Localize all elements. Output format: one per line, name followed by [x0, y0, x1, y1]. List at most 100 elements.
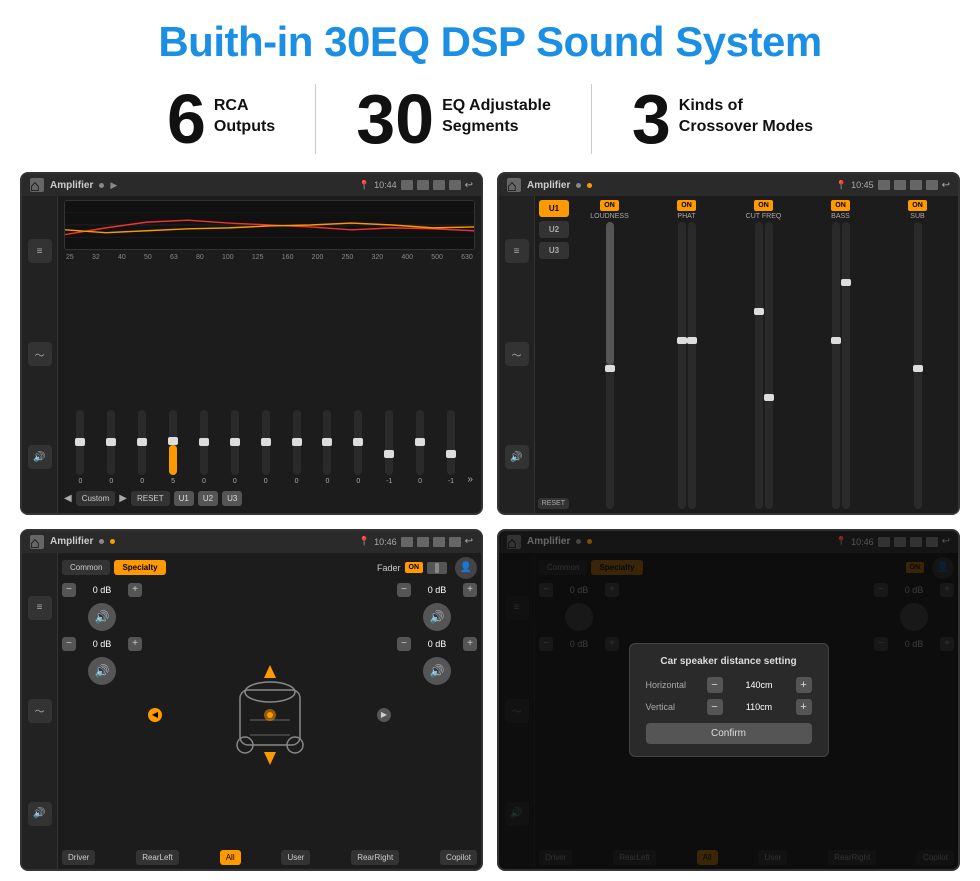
distance-dialog: Car speaker distance setting Horizontal … [629, 643, 829, 757]
eq-val-11: 0 [418, 478, 422, 485]
phat-on: ON [677, 200, 696, 211]
specialty-tab-3[interactable]: Specialty [114, 560, 165, 575]
horizontal-minus[interactable]: − [707, 677, 723, 693]
fader-plus-rr[interactable]: + [463, 637, 477, 651]
preset-u1[interactable]: U1 [539, 200, 569, 217]
home-icon-1[interactable]: ⌂ [30, 178, 44, 192]
eq-track-3[interactable] [169, 410, 177, 475]
dialog-row-horizontal: Horizontal − 140cm + [646, 677, 812, 693]
back-icon-3[interactable]: ↩ [465, 536, 473, 547]
copilot-btn[interactable]: Copilot [440, 850, 477, 865]
fader-val-fl: 0 dB [79, 585, 125, 595]
reset-btn-1[interactable]: RESET [131, 491, 170, 506]
fader-top-bar: Common Specialty Fader ON 👤 [62, 557, 477, 579]
vertical-minus[interactable]: − [707, 699, 723, 715]
user-btn[interactable]: User [281, 850, 310, 865]
eq-val-5: 0 [233, 478, 237, 485]
u1-btn-1[interactable]: U1 [174, 491, 194, 506]
next-icon[interactable]: ▶ [119, 493, 127, 504]
fader-label: Fader [377, 563, 401, 573]
fader-db-rr: − 0 dB + [397, 637, 477, 651]
amp-speaker-btn[interactable]: 🔊 [505, 445, 529, 469]
custom-btn[interactable]: Custom [76, 491, 116, 506]
fader-user-icon[interactable]: 👤 [455, 557, 477, 579]
home-icon-2[interactable]: ⌂ [507, 178, 521, 192]
status-left-3: ⌂ Amplifier [30, 535, 115, 549]
eq-track-1[interactable] [107, 410, 115, 475]
bass-slider2[interactable] [842, 222, 850, 509]
back-icon-2[interactable]: ↩ [942, 180, 950, 191]
loudness-label: LOUDNESS [590, 213, 629, 220]
bass-slider[interactable] [832, 222, 840, 509]
eq-thumb-4 [199, 438, 209, 446]
horizontal-plus[interactable]: + [796, 677, 812, 693]
eq-track-2[interactable] [138, 410, 146, 475]
prev-icon[interactable]: ◀ [64, 493, 72, 504]
eq-thumb-8 [322, 438, 332, 446]
u3-btn-1[interactable]: U3 [222, 491, 242, 506]
amp-tuner-btn[interactable]: ≡ [505, 239, 529, 263]
fader-minus-rl[interactable]: − [62, 637, 76, 651]
cutfreq-thumb [754, 308, 764, 315]
amp-wave-btn[interactable]: 〜 [505, 342, 529, 366]
fader-arrow-right[interactable]: ▶ [377, 708, 391, 722]
eq-track-5[interactable] [231, 410, 239, 475]
screen-amp: ⌂ Amplifier 📍 10:45 ↩ [497, 172, 960, 515]
eq-track-9[interactable] [354, 410, 362, 475]
sub-slider[interactable] [914, 222, 922, 509]
fader-plus-fl[interactable]: + [128, 583, 142, 597]
eq-track-6[interactable] [262, 410, 270, 475]
phat-slider[interactable] [678, 222, 686, 509]
driver-btn[interactable]: Driver [62, 850, 95, 865]
eq-wave-btn[interactable]: 〜 [28, 342, 52, 366]
wave-icon-2: 〜 [512, 347, 522, 362]
cutfreq-slider[interactable] [755, 222, 763, 509]
eq-arrow-right[interactable]: » [467, 474, 473, 485]
fader-arrow-left[interactable]: ◀ [148, 708, 162, 722]
amp-presets: U1 U2 U3 RESET [539, 200, 569, 509]
fader-wave-btn[interactable]: 〜 [28, 699, 52, 723]
eq-track-8[interactable] [323, 410, 331, 475]
eq-track-0[interactable] [76, 410, 84, 475]
fader-minus-fl[interactable]: − [62, 583, 76, 597]
fader-plus-rl[interactable]: + [128, 637, 142, 651]
freq-40: 40 [118, 254, 126, 261]
feature-line1-eq: EQ Adjustable [442, 96, 551, 117]
u2-btn-1[interactable]: U2 [198, 491, 218, 506]
eq-track-12[interactable] [447, 410, 455, 475]
speaker-fr: 🔊 [423, 603, 451, 631]
loudness-slider[interactable] [606, 222, 614, 509]
reset-btn-2[interactable]: RESET [538, 498, 569, 509]
vertical-plus[interactable]: + [796, 699, 812, 715]
eq-val-6: 0 [264, 478, 268, 485]
phat-thumb2 [687, 337, 697, 344]
rearright-btn[interactable]: RearRight [351, 850, 399, 865]
screen-content-1: ≡ 〜 🔊 [22, 196, 481, 513]
confirm-button[interactable]: Confirm [646, 723, 812, 744]
cutfreq-slider2[interactable] [765, 222, 773, 509]
eq-val-4: 0 [202, 478, 206, 485]
phat-slider2[interactable] [688, 222, 696, 509]
feature-text-crossover: Kinds of Crossover Modes [679, 84, 813, 138]
preset-u3[interactable]: U3 [539, 242, 569, 259]
eq-track-7[interactable] [293, 410, 301, 475]
eq-tuner-btn[interactable]: ≡ [28, 239, 52, 263]
feature-number-rca: 6 [167, 84, 206, 154]
back-icon-1[interactable]: ↩ [465, 180, 473, 191]
all-btn[interactable]: All [220, 850, 241, 865]
fader-minus-rr[interactable]: − [397, 637, 411, 651]
eq-speaker-btn[interactable]: 🔊 [28, 445, 52, 469]
eq-track-10[interactable] [385, 410, 393, 475]
home-icon-3[interactable]: ⌂ [30, 535, 44, 549]
fader-slider-mini[interactable] [427, 562, 447, 574]
fader-minus-fr[interactable]: − [397, 583, 411, 597]
fader-tuner-btn[interactable]: ≡ [28, 596, 52, 620]
common-tab-3[interactable]: Common [62, 560, 110, 575]
rearleft-btn[interactable]: RearLeft [136, 850, 179, 865]
bass-on: ON [831, 200, 850, 211]
fader-plus-fr[interactable]: + [463, 583, 477, 597]
eq-track-4[interactable] [200, 410, 208, 475]
eq-track-11[interactable] [416, 410, 424, 475]
preset-u2[interactable]: U2 [539, 221, 569, 238]
fader-speaker-btn[interactable]: 🔊 [28, 802, 52, 826]
